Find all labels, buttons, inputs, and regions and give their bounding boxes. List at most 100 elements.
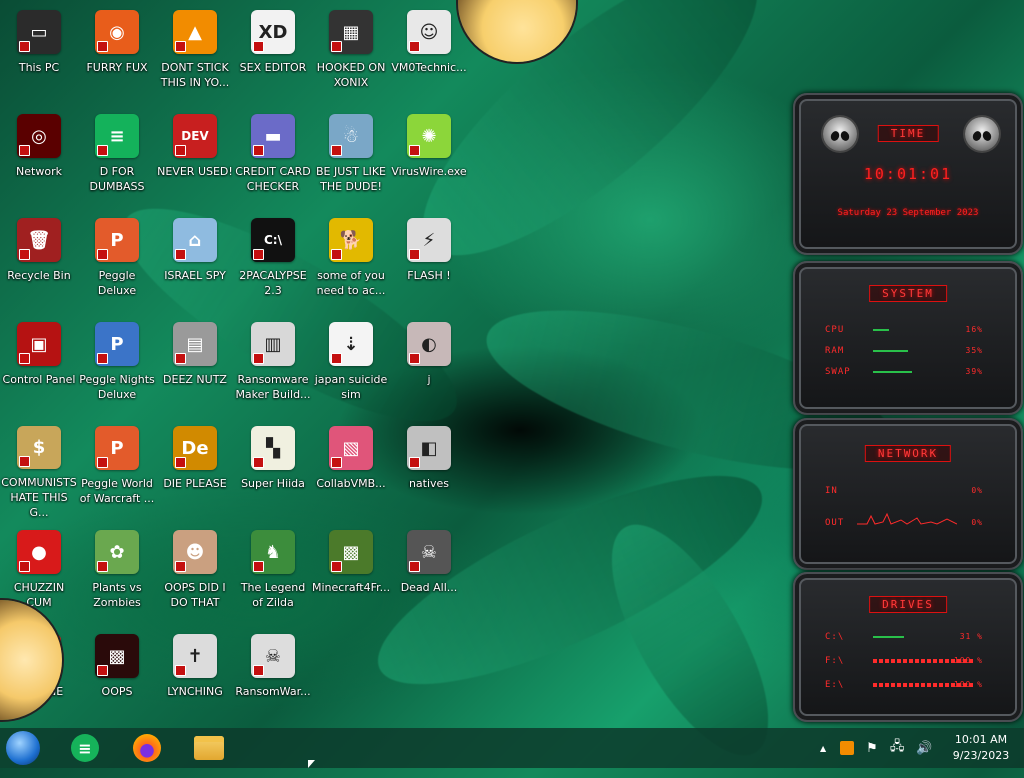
app-icon: 🐕 (329, 218, 373, 262)
desktop-icon-label: This PC (18, 61, 60, 74)
shortcut-badge-icon (331, 249, 342, 260)
app-icon: ▥ (251, 322, 295, 366)
volume-icon[interactable]: 🔊 (916, 741, 932, 756)
taskbar-clock[interactable]: 10:01 AM 9/23/2023 (946, 732, 1016, 764)
desktop-icon[interactable]: P Peggle Deluxe (78, 212, 156, 312)
system-widget: SYSTEM CPU 16% RAM 35% SWAP 39% (793, 261, 1023, 415)
desktop-icon[interactable]: ✝ LYNCHING (156, 628, 234, 728)
shortcut-badge-icon (19, 353, 30, 364)
desktop-icon[interactable]: ▭ This PC (0, 4, 78, 104)
desktop-icon[interactable]: ▩ Minecraft4Fr... (312, 524, 390, 624)
network-icon[interactable]: 🖧 (890, 737, 905, 759)
app-green-icon: ≡ (71, 734, 99, 762)
desktop-icon[interactable]: P Peggle World of Warcraft ... (78, 420, 156, 520)
desktop-icon[interactable]: $ COMMUNISTS HATE THIS G... (0, 420, 78, 520)
desktop-icon[interactable]: ◉ FURRY FUX (78, 4, 156, 104)
desktop-icon[interactable]: ▚ Super Hiida (234, 420, 312, 520)
taskbar-app-file-explorer[interactable] (192, 732, 226, 764)
shortcut-badge-icon (175, 561, 186, 572)
app-icon: ◎ (17, 114, 61, 158)
alien-icon (823, 117, 857, 151)
desktop-icon[interactable]: De DIE PLEASE (156, 420, 234, 520)
desktop-icon-label: Peggle Nights Deluxe (79, 373, 155, 401)
desktop-icon[interactable]: ◧ natives (390, 420, 468, 520)
shortcut-badge-icon (331, 561, 342, 572)
app-icon: ☺ (407, 10, 451, 54)
desktop-icon[interactable]: 🗑 Recycle Bin (0, 212, 78, 312)
desktop-icon-label: BE JUST LIKE THE DUDE! (315, 165, 387, 193)
desktop-icon[interactable]: XD SEX EDITOR (234, 4, 312, 104)
taskbar-app-firefox[interactable] (130, 732, 164, 764)
start-orb-icon (6, 731, 40, 765)
desktop-icon[interactable]: ☠ RansomWar... (234, 628, 312, 728)
shortcut-badge-icon (97, 561, 108, 572)
shortcut-badge-icon (253, 249, 264, 260)
flag-icon[interactable]: ⚑ (866, 741, 878, 756)
shortcut-badge-icon (97, 457, 108, 468)
desktop-icon[interactable]: DEV NEVER USED! (156, 108, 234, 208)
desktop-icon[interactable]: ⇣ japan suicide sim (312, 316, 390, 416)
desktop-icon[interactable]: ▦ HOOKED ON XONIX (312, 4, 390, 104)
app-icon: ▤ (173, 322, 217, 366)
shortcut-badge-icon (253, 353, 264, 364)
taskbar-app-dictionary[interactable]: ≡ (68, 732, 102, 764)
desktop-icon[interactable]: ☃ BE JUST LIKE THE DUDE! (312, 108, 390, 208)
app-icon: ▧ (329, 426, 373, 470)
desktop-icon[interactable]: ◐ j (390, 316, 468, 416)
desktop-icon-label: COMMUNISTS HATE THIS G... (1, 476, 77, 519)
system-stat: RAM 35% (825, 346, 983, 356)
desktop-icon[interactable]: ▣ Control Panel (0, 316, 78, 416)
desktop-icon[interactable]: ☠ Dead All... (390, 524, 468, 624)
desktop-icon-label: SEX EDITOR (239, 61, 307, 74)
tray-app-icon[interactable] (840, 741, 855, 755)
taskbar: ≡ ▲ ⚑ 🖧 🔊 10:01 AM 9/23/2023 (0, 728, 1024, 768)
shortcut-badge-icon (409, 41, 420, 52)
system-tray: ▲ ⚑ 🖧 🔊 (820, 728, 947, 768)
desktop-icon-label: Network (16, 165, 62, 178)
desktop-icon[interactable]: ≡ D FOR DUMBASS (78, 108, 156, 208)
desktop-icon-label: 2PACALYPSE 2.3 (239, 269, 307, 297)
desktop-icon[interactable]: ▧ CollabVMB... (312, 420, 390, 520)
drive-stat: E:\ 100 % (825, 680, 983, 690)
app-icon: De (173, 426, 217, 470)
system-stat-value: 16% (965, 325, 983, 334)
desktop-icon[interactable]: ⌂ ISRAEL SPY (156, 212, 234, 312)
app-icon: P (95, 218, 139, 262)
shortcut-badge-icon (253, 561, 264, 572)
desktop-icon-label: CollabVMB... (316, 477, 386, 490)
tray-expand-icon[interactable]: ▲ (820, 744, 826, 753)
shortcut-badge-icon (97, 249, 108, 260)
desktop-icon[interactable]: ▲ DONT STICK THIS IN YO... (156, 4, 234, 104)
desktop-icon[interactable]: ▤ DEEZ NUTZ (156, 316, 234, 416)
desktop-icon[interactable]: ⚡ FLASH ! (390, 212, 468, 312)
app-icon: ▚ (251, 426, 295, 470)
desktop-icon[interactable]: ▬ CREDIT CARD CHECKER (234, 108, 312, 208)
app-icon: ✺ (407, 114, 451, 158)
shortcut-badge-icon (97, 665, 108, 676)
desktop-icon[interactable]: ♞ The Legend of Zilda (234, 524, 312, 624)
desktop-icon[interactable]: P Peggle Nights Deluxe (78, 316, 156, 416)
start-button[interactable] (6, 731, 40, 765)
desktop-icon-label: D FOR DUMBASS (89, 165, 145, 193)
desktop-icon[interactable]: C:\ 2PACALYPSE 2.3 (234, 212, 312, 312)
system-stat-value: 39% (965, 367, 983, 376)
shortcut-badge-icon (253, 457, 264, 468)
network-widget-title: NETWORK (864, 445, 952, 462)
shortcut-badge-icon (175, 353, 186, 364)
shortcut-badge-icon (331, 145, 342, 156)
app-icon: P (95, 322, 139, 366)
desktop-icon[interactable]: 🐕 some of you need to ac... (312, 212, 390, 312)
desktop-icon-label: FLASH ! (407, 269, 451, 282)
desktop-icon[interactable]: ✺ VirusWire.exe (390, 108, 468, 208)
app-icon: ▩ (95, 634, 139, 678)
desktop-icon[interactable]: ☺ VM0Technic... (390, 4, 468, 104)
desktop-icon[interactable]: ◎ Network (0, 108, 78, 208)
desktop-icon[interactable]: ▥ Ransomware Maker Build... (234, 316, 312, 416)
shortcut-badge-icon (409, 561, 420, 572)
desktop-icon[interactable]: ▩ OOPS (78, 628, 156, 728)
desktop-icon[interactable]: ☻ OOPS DID I DO THAT (156, 524, 234, 624)
desktop-icon[interactable]: ✿ Plants vs Zombies (78, 524, 156, 624)
network-stat-value: 0% (971, 518, 983, 527)
network-stat-value: 0% (971, 486, 983, 495)
clock-display: 10:01:01 (863, 165, 953, 183)
